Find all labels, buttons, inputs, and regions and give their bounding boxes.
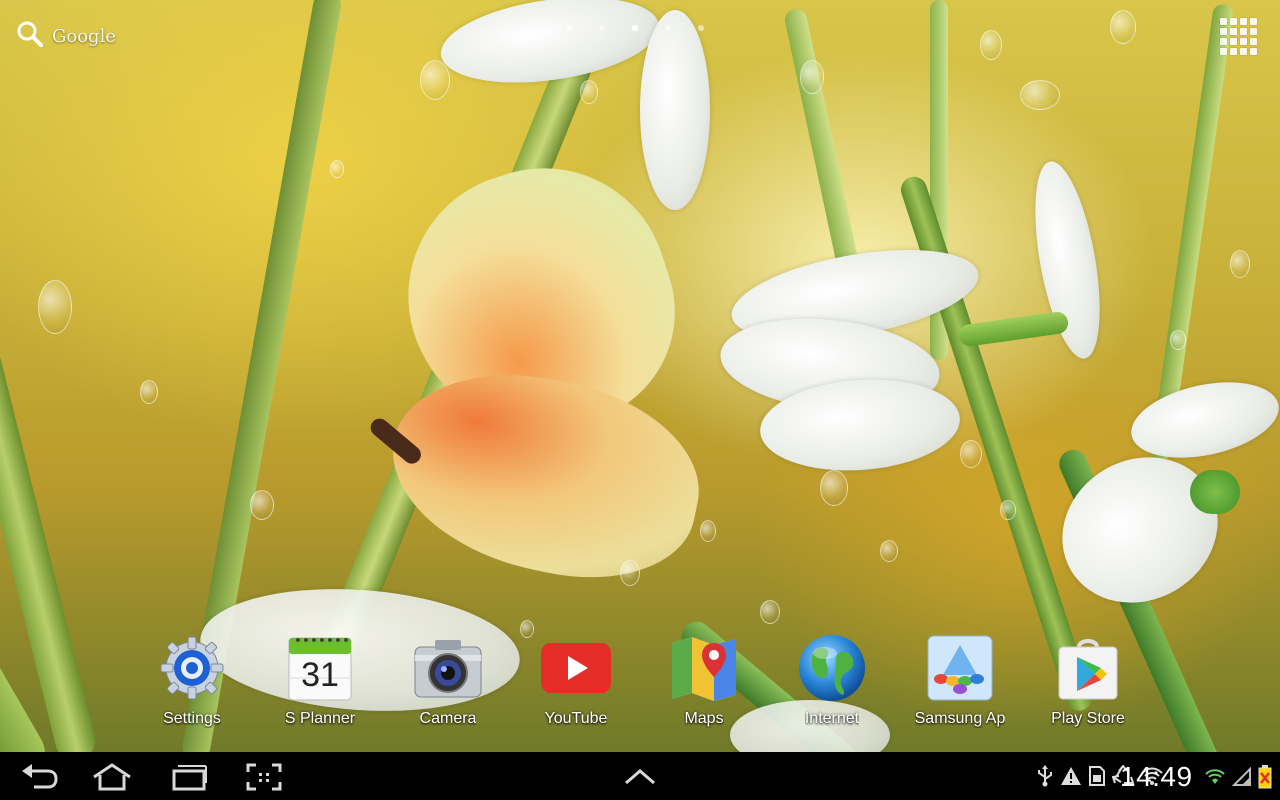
water-drop (1170, 330, 1186, 350)
app-play-store[interactable]: Play Store (1028, 632, 1148, 732)
app-camera[interactable]: Camera (388, 632, 508, 732)
water-drop (980, 30, 1002, 60)
home-page-indicator (566, 25, 704, 31)
water-drop (760, 600, 780, 624)
back-icon[interactable] (12, 760, 68, 794)
water-drop (420, 60, 450, 100)
page-dot (599, 25, 605, 31)
calendar-icon: 31 (284, 632, 356, 704)
wifi-signal-icon (1204, 767, 1226, 791)
samsung-apps-icon (924, 632, 996, 704)
water-drop (880, 540, 898, 562)
calendar-day: 31 (301, 655, 339, 694)
play-store-icon (1052, 632, 1124, 704)
water-drop (800, 60, 824, 94)
app-settings[interactable]: Settings (132, 632, 252, 732)
water-drop (960, 440, 982, 468)
warning-icon (1060, 766, 1082, 790)
water-drop (1110, 10, 1136, 44)
maps-icon (668, 632, 740, 704)
youtube-icon (540, 632, 612, 704)
water-drop (700, 520, 716, 542)
camera-icon (412, 632, 484, 704)
screenshot-icon[interactable] (236, 760, 292, 794)
app-label: Maps (684, 710, 724, 727)
water-drop (580, 80, 598, 104)
app-maps[interactable]: Maps (644, 632, 764, 732)
google-search-bar[interactable]: Google (16, 20, 116, 52)
app-s-planner[interactable]: 31 S Planner (260, 632, 380, 732)
app-internet[interactable]: Internet (772, 632, 892, 732)
app-label: Camera (419, 710, 477, 727)
globe-icon (796, 632, 868, 704)
page-dot (665, 25, 671, 31)
signal-icon (1231, 766, 1252, 791)
apps-grid-icon[interactable] (1220, 18, 1258, 55)
app-label: YouTube (544, 710, 608, 727)
app-label: Play Store (1051, 710, 1125, 727)
water-drop (38, 280, 72, 334)
app-youtube[interactable]: YouTube (516, 632, 636, 732)
home-icon[interactable] (84, 760, 140, 794)
water-drop (330, 160, 344, 178)
water-drop (1000, 500, 1016, 520)
app-samsung-apps[interactable]: Samsung Ap (900, 632, 1020, 732)
water-drop (250, 490, 274, 520)
recent-apps-icon[interactable] (160, 760, 216, 794)
water-drop (1230, 250, 1250, 278)
settings-gear-icon (156, 632, 228, 704)
page-dot (566, 25, 572, 31)
app-label: Samsung Ap (914, 710, 1006, 727)
usb-icon (1036, 765, 1054, 791)
app-dock: Settings 31 S Planner Camera YouTube Map… (0, 632, 1280, 742)
water-drop (1020, 80, 1060, 110)
up-arrow-icon[interactable] (612, 760, 668, 794)
page-dot (698, 25, 704, 31)
system-status-icons[interactable] (1204, 765, 1272, 793)
sd-card-icon (1088, 765, 1106, 791)
search-icon (16, 20, 44, 52)
battery-empty-icon (1258, 765, 1272, 793)
water-drop (620, 560, 640, 586)
flower-petal (1124, 370, 1280, 470)
google-search-label: Google (52, 25, 116, 47)
water-drop (820, 470, 848, 506)
flower-stem (1190, 470, 1240, 514)
page-dot-active (632, 25, 638, 31)
app-label: S Planner (284, 710, 356, 727)
navigation-bar: 14:49 (0, 752, 1280, 800)
flower-stem (957, 310, 1070, 348)
app-label: Internet (804, 710, 860, 727)
water-drop (140, 380, 158, 404)
app-label: Settings (163, 710, 221, 727)
flower-petal (640, 10, 710, 210)
clock[interactable]: 14:49 (1120, 761, 1193, 793)
